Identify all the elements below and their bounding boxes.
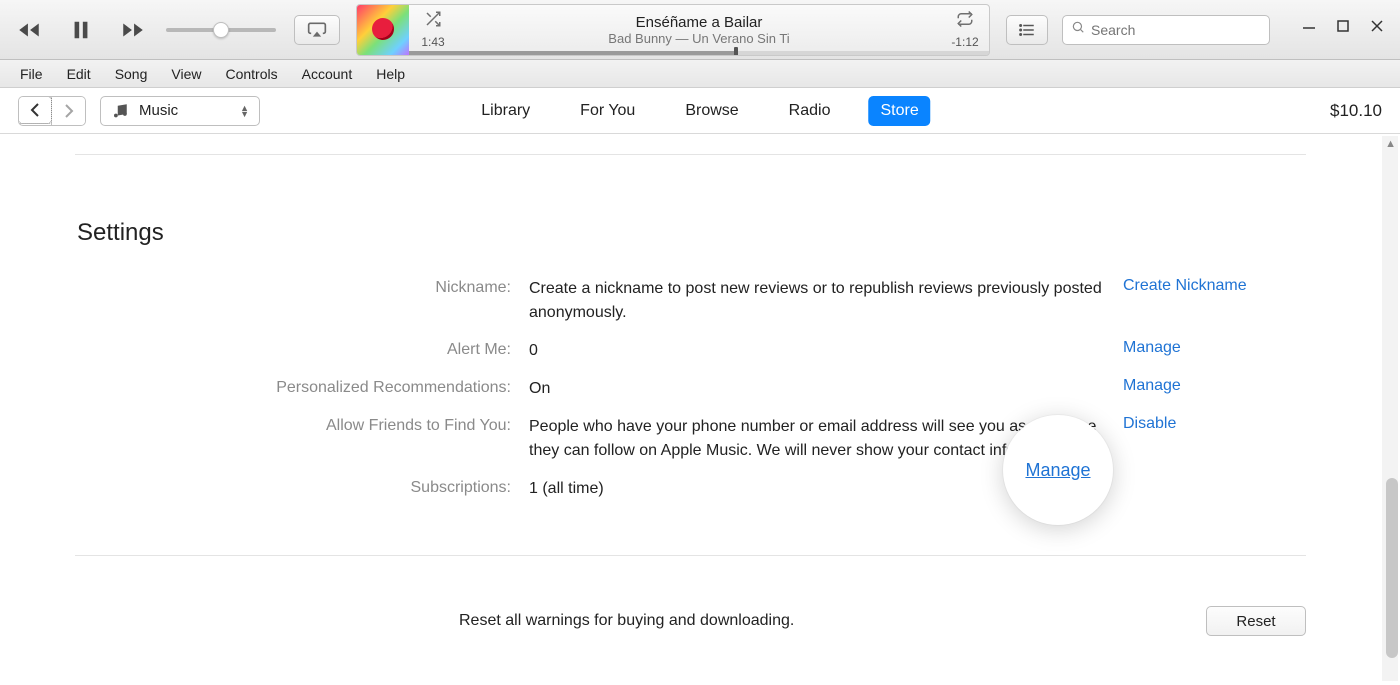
menu-view[interactable]: View (161, 64, 211, 84)
now-playing-lcd: 1:43 Enséñame a Bailar Bad Bunny — Un Ve… (356, 4, 990, 56)
search-input[interactable] (1091, 22, 1261, 38)
media-picker[interactable]: Music ▲▼ (100, 96, 260, 126)
page-title: Settings (77, 219, 1376, 247)
stepper-icon: ▲▼ (240, 105, 249, 117)
media-picker-label: Music (139, 102, 230, 119)
search-field[interactable] (1062, 15, 1270, 45)
back-button[interactable] (18, 96, 52, 124)
reset-warnings-text: Reset all warnings for buying and downlo… (459, 612, 1166, 630)
shuffle-icon[interactable] (423, 10, 443, 33)
tab-store[interactable]: Store (868, 96, 930, 126)
music-note-icon (111, 102, 129, 120)
highlight-manage-subscriptions: Manage (1003, 415, 1113, 525)
search-icon (1071, 20, 1085, 39)
menu-account[interactable]: Account (292, 64, 363, 84)
repeat-icon[interactable] (955, 10, 975, 33)
track-subtitle: Bad Bunny — Un Verano Sin Ti (608, 31, 789, 46)
scroll-up-icon[interactable]: ▲ (1385, 138, 1396, 150)
close-button[interactable] (1368, 17, 1386, 35)
label-alert: Alert Me: (75, 339, 511, 363)
maximize-button[interactable] (1334, 17, 1352, 35)
minimize-button[interactable] (1300, 17, 1318, 35)
menu-help[interactable]: Help (366, 64, 415, 84)
link-manage-recs[interactable]: Manage (1123, 377, 1181, 394)
menu-edit[interactable]: Edit (57, 64, 101, 84)
airplay-button[interactable] (294, 15, 340, 45)
reset-button[interactable]: Reset (1206, 606, 1306, 636)
link-disable-friends[interactable]: Disable (1123, 415, 1176, 432)
nav-bar: Music ▲▼ Library For You Browse Radio St… (0, 88, 1400, 134)
shuffle-and-elapsed: 1:43 (409, 5, 457, 55)
transport-controls (14, 15, 148, 45)
link-manage-subscriptions[interactable]: Manage (1025, 460, 1090, 481)
forward-button[interactable] (51, 97, 85, 125)
right-controls (1006, 15, 1390, 45)
menu-bar: File Edit Song View Controls Account Hel… (0, 60, 1400, 88)
window-controls (1300, 17, 1386, 35)
album-art[interactable] (357, 5, 409, 56)
nav-tabs: Library For You Browse Radio Store (469, 96, 930, 126)
up-next-button[interactable] (1006, 15, 1048, 45)
volume-slider[interactable] (166, 28, 276, 32)
link-manage-alert[interactable]: Manage (1123, 339, 1181, 356)
menu-song[interactable]: Song (105, 64, 158, 84)
track-title: Enséñame a Bailar (636, 14, 763, 31)
tab-library[interactable]: Library (469, 96, 542, 126)
divider (75, 154, 1306, 155)
label-subs: Subscriptions: (75, 477, 511, 501)
player-bar: 1:43 Enséñame a Bailar Bad Bunny — Un Ve… (0, 0, 1400, 60)
settings-grid: Nickname: Create a nickname to post new … (5, 277, 1376, 501)
link-create-nickname[interactable]: Create Nickname (1123, 277, 1247, 294)
value-alert: 0 (529, 339, 1105, 363)
tab-browse[interactable]: Browse (673, 96, 750, 126)
tab-for-you[interactable]: For You (568, 96, 647, 126)
menu-file[interactable]: File (10, 64, 53, 84)
repeat-and-remaining: -1:12 (941, 5, 989, 55)
value-recs: On (529, 377, 1105, 401)
value-nickname: Create a nickname to post new reviews or… (529, 277, 1105, 325)
label-recs: Personalized Recommendations: (75, 377, 511, 401)
nav-history (18, 96, 86, 126)
scrollbar-thumb[interactable] (1386, 478, 1398, 658)
menu-controls[interactable]: Controls (215, 64, 287, 84)
content: Settings Nickname: Create a nickname to … (5, 134, 1376, 680)
time-elapsed: 1:43 (421, 35, 444, 49)
pause-button[interactable] (66, 15, 96, 45)
time-remaining: -1:12 (951, 35, 978, 49)
next-button[interactable] (118, 15, 148, 45)
tab-radio[interactable]: Radio (777, 96, 843, 126)
progress-bar[interactable] (409, 51, 989, 55)
label-nickname: Nickname: (75, 277, 511, 325)
label-friends: Allow Friends to Find You: (75, 415, 511, 463)
account-balance[interactable]: $10.10 (1330, 101, 1382, 121)
previous-button[interactable] (14, 15, 44, 45)
reset-row: Reset all warnings for buying and downlo… (5, 556, 1376, 636)
